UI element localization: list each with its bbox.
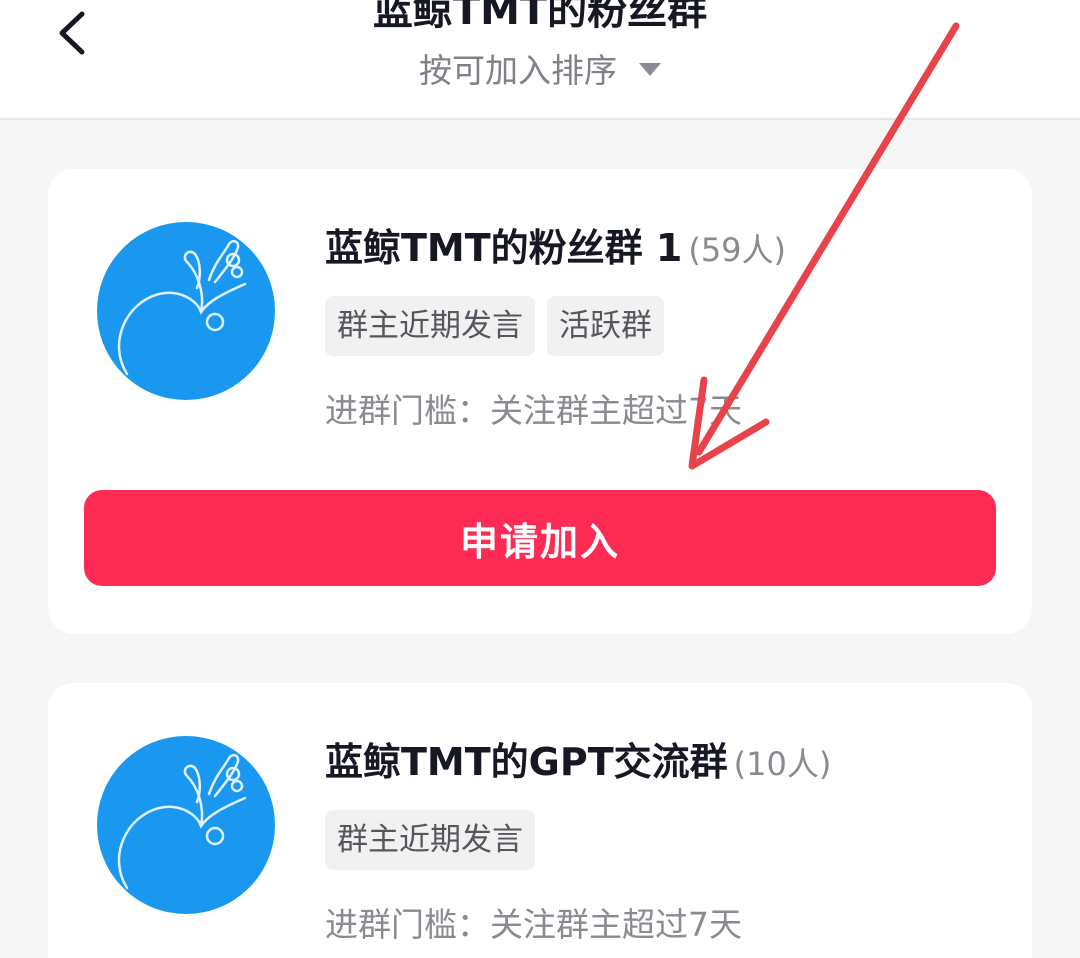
join-threshold: 进群门槛：关注群主超过7天 xyxy=(325,391,742,430)
apply-join-button[interactable]: 申请加入 xyxy=(84,490,996,586)
group-name: 蓝鲸TMT的GPT交流群 (10人) xyxy=(325,731,831,786)
tag-owner-active: 群主近期发言 xyxy=(325,296,535,356)
sort-label: 按可加入排序 xyxy=(419,51,617,90)
member-count: (10人) xyxy=(733,745,832,783)
join-threshold: 进群门槛：关注群主超过7天 xyxy=(325,905,742,944)
group-tags: 群主近期发言 xyxy=(325,810,535,870)
header-bar: 蓝鲸TMT的粉丝群 按可加入排序 xyxy=(0,0,1080,120)
group-name-text: 蓝鲸TMT的GPT交流群 xyxy=(325,740,728,784)
fan-groups-page: 蓝鲸TMT的粉丝群 按可加入排序 蓝鲸TMT的粉丝群 1 (59人) 群主近期发言… xyxy=(0,0,1080,958)
page-title: 蓝鲸TMT的粉丝群 xyxy=(372,0,708,34)
whale-logo-icon xyxy=(97,222,275,400)
sort-dropdown[interactable]: 按可加入排序 xyxy=(0,44,1080,92)
member-count: (59人) xyxy=(688,231,787,269)
tag-active-group: 活跃群 xyxy=(547,296,664,356)
group-tags: 群主近期发言 活跃群 xyxy=(325,296,664,356)
tag-owner-active: 群主近期发言 xyxy=(325,810,535,870)
caret-down-icon xyxy=(639,63,661,76)
group-name: 蓝鲸TMT的粉丝群 1 (59人) xyxy=(325,217,786,272)
group-name-text: 蓝鲸TMT的粉丝群 1 xyxy=(325,226,683,270)
group-card[interactable]: 蓝鲸TMT的GPT交流群 (10人) 群主近期发言 进群门槛：关注群主超过7天 xyxy=(48,683,1032,958)
group-card[interactable]: 蓝鲸TMT的粉丝群 1 (59人) 群主近期发言 活跃群 进群门槛：关注群主超过7… xyxy=(48,169,1032,634)
whale-logo-icon xyxy=(97,736,275,914)
